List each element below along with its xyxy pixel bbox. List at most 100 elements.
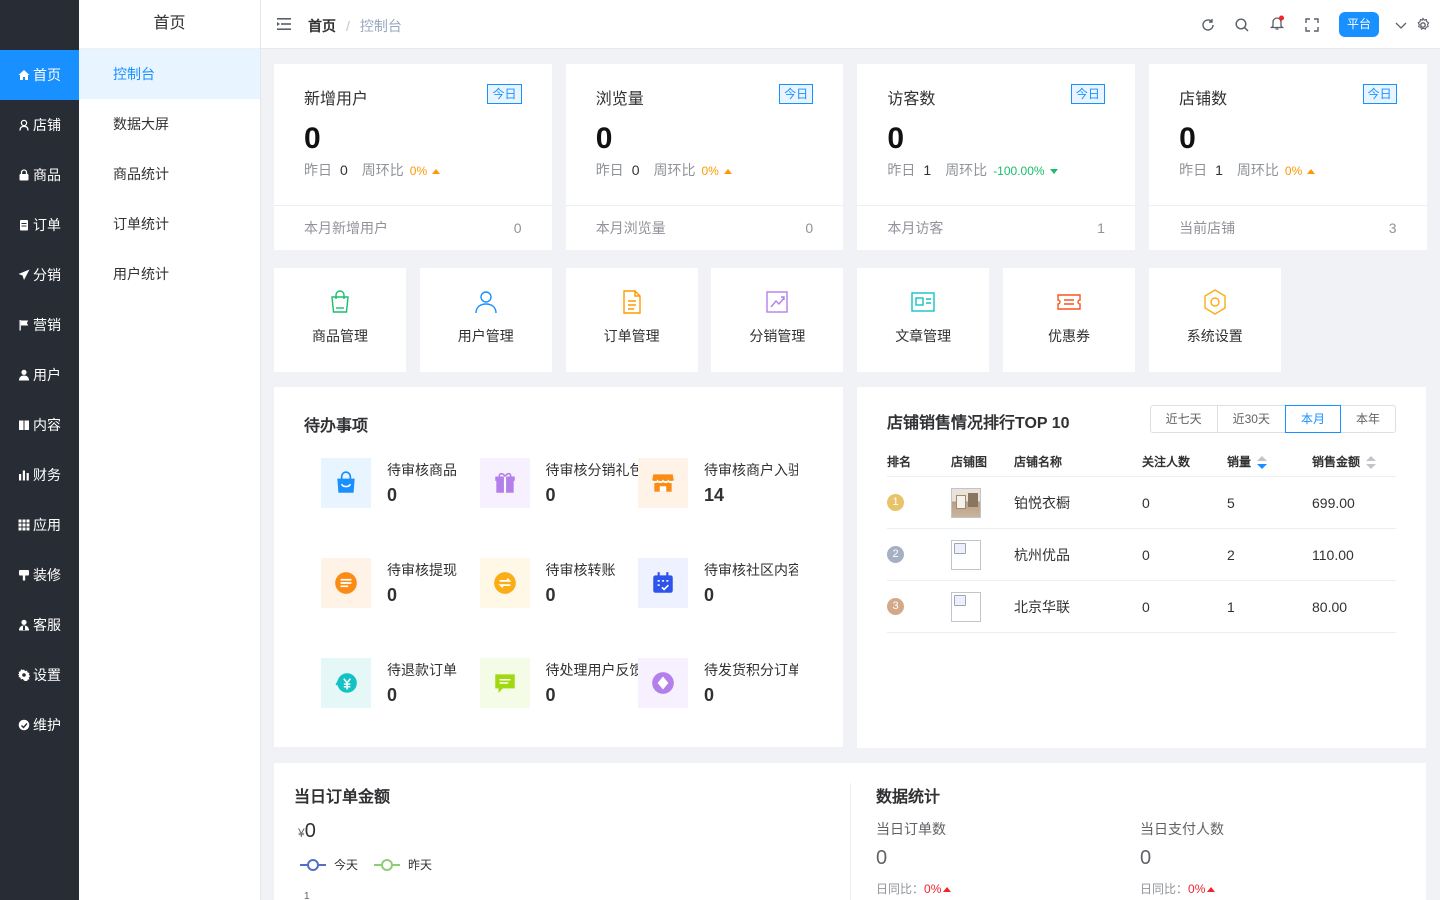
range-option[interactable]: 本月 xyxy=(1284,405,1341,433)
sidebar-item[interactable]: 应用 xyxy=(0,500,79,550)
data-stats-title: 数据统计 xyxy=(876,789,941,806)
todo-panel: 待办事项 待审核商品 0 待审核分销礼包 0 待审核商户入驻 14 待审核提现 0 待审核转账 0… xyxy=(274,387,843,747)
platform-button[interactable]: 平台 xyxy=(1339,12,1379,37)
legend-today-label[interactable]: 今天 xyxy=(334,856,358,873)
quick-nav-card[interactable]: 文章管理 xyxy=(857,268,990,372)
yesterday-label: 昨日 xyxy=(887,162,916,178)
stat-compare: 昨日 0 周环比 0% xyxy=(304,160,441,180)
quick-nav-card[interactable]: 用户管理 xyxy=(419,268,552,372)
stat-payers-value: 0 xyxy=(1140,847,1152,869)
todo-item[interactable]: 待处理用户反馈 0 xyxy=(479,658,640,708)
todo-item[interactable]: 待退款订单 0 xyxy=(321,658,481,708)
stat-footer: 本月浏览量 0 xyxy=(565,205,844,250)
store-icon xyxy=(638,458,688,508)
todo-label: 待审核商户入驻 xyxy=(704,462,798,478)
calendar-check-icon xyxy=(638,558,688,608)
footer-value: 1 xyxy=(1097,220,1105,236)
search-icon[interactable] xyxy=(1234,17,1250,33)
todo-item[interactable]: 待审核社区内容 0 xyxy=(638,558,798,608)
todo-item[interactable]: 待审核商品 0 xyxy=(321,458,481,508)
sidebar-item[interactable]: 用户 xyxy=(0,350,79,400)
shopping-bag-icon xyxy=(326,288,354,316)
todo-count: 0 xyxy=(387,485,398,505)
compare-label: 日同比： xyxy=(1140,882,1189,896)
thumb-cell xyxy=(951,487,1014,518)
stat-title: 浏览量 xyxy=(595,91,644,108)
settings-gear-icon[interactable] xyxy=(1415,17,1431,33)
sidebar-item[interactable]: 首页 xyxy=(0,50,79,100)
sales: 1 xyxy=(1227,598,1235,615)
footer-label: 当前店铺 xyxy=(1179,220,1236,236)
compare-value: 0% xyxy=(924,882,942,896)
todo-item[interactable]: 待发货积分订单 0 xyxy=(638,658,798,708)
sidebar-item[interactable]: 装修 xyxy=(0,550,79,600)
sidebar-item[interactable]: 商品 xyxy=(0,150,79,200)
bottom-panel: 当日订单金额 ¥0 今天 昨天 1 数据统计 当日订单数 0 日同比：0% 当日… xyxy=(274,763,1426,900)
notification-bell-icon[interactable] xyxy=(1269,15,1285,31)
yesterday-label: 昨日 xyxy=(304,162,332,178)
bag-icon xyxy=(321,458,371,508)
todo-item[interactable]: 待审核分销礼包 0 xyxy=(479,458,640,508)
submenu-item[interactable]: 商品统计 xyxy=(79,149,260,199)
stat-card: 新增用户 今日 0 昨日 0 周环比 0% 本月新增用户 0 xyxy=(274,64,552,250)
sidebar-item[interactable]: 订单 xyxy=(0,200,79,250)
sub-sidebar: 首页 控制台 数据大屏 商品统计 订单统计 用户统计 xyxy=(79,0,261,900)
submenu-item[interactable]: 控制台 xyxy=(79,49,260,99)
sidebar-item[interactable]: 客服 xyxy=(0,600,79,650)
stat-footer: 本月访客 1 xyxy=(857,205,1135,250)
submenu-item[interactable]: 订单统计 xyxy=(79,199,260,249)
quick-nav-card[interactable]: 分销管理 xyxy=(711,268,844,372)
fullscreen-icon[interactable] xyxy=(1304,17,1320,33)
sidebar-item[interactable]: 财务 xyxy=(0,450,79,500)
legend-today-icon[interactable] xyxy=(300,858,326,871)
sidebar-item[interactable]: 维护 xyxy=(0,700,79,750)
quick-nav-card[interactable]: 商品管理 xyxy=(274,268,406,372)
quick-nav-label: 用户管理 xyxy=(457,328,514,344)
todo-count: 0 xyxy=(387,685,398,705)
todo-count: 0 xyxy=(545,485,556,505)
range-option[interactable]: 本年 xyxy=(1339,405,1396,433)
sidebar-item-label: 首页 xyxy=(33,67,61,83)
refresh-icon[interactable] xyxy=(1200,17,1216,33)
sort-icon[interactable] xyxy=(1366,455,1377,470)
todo-item[interactable]: 待审核转账 0 xyxy=(479,558,640,608)
menu-toggle-icon[interactable] xyxy=(277,17,291,31)
rank-badge: 1 xyxy=(887,494,904,511)
breadcrumb-home[interactable]: 首页 xyxy=(308,18,336,34)
order-amount-title: 当日订单金额 xyxy=(294,789,391,806)
todo-item[interactable]: 待审核商户入驻 14 xyxy=(638,458,798,508)
sidebar-item[interactable]: 店铺 xyxy=(0,100,79,150)
stat-orders-label: 当日订单数 xyxy=(876,821,946,837)
range-option[interactable]: 近七天 xyxy=(1149,405,1218,433)
quick-nav-card[interactable]: 优惠券 xyxy=(1003,268,1135,372)
column-header[interactable]: 销售金额 xyxy=(1312,453,1396,470)
message-icon xyxy=(479,658,530,708)
table-row: 2 杭州优品 0 2 110.00 xyxy=(887,529,1396,581)
sidebar-item[interactable]: 内容 xyxy=(0,400,79,450)
table-row: 1 铂悦衣橱 0 5 699.00 xyxy=(887,477,1396,529)
submenu-item[interactable]: 数据大屏 xyxy=(79,99,260,149)
store-name: 铂悦衣橱 xyxy=(1014,494,1070,511)
stat-title: 新增用户 xyxy=(304,91,369,108)
quick-nav-card[interactable]: 订单管理 xyxy=(565,268,698,372)
sidebar-item[interactable]: 设置 xyxy=(0,650,79,700)
legend-yesterday-icon[interactable] xyxy=(374,858,401,871)
range-option[interactable]: 近30天 xyxy=(1216,405,1286,433)
rank-cell: 3 xyxy=(887,598,951,615)
chevron-down-icon[interactable] xyxy=(1393,17,1409,33)
column-header[interactable]: 销量 xyxy=(1227,453,1312,470)
quick-nav-card[interactable]: 系统设置 xyxy=(1148,268,1281,372)
sort-desc-icon[interactable] xyxy=(1257,455,1268,470)
wow-label: 周环比 xyxy=(1236,162,1279,178)
submenu-item[interactable]: 用户统计 xyxy=(79,249,260,299)
article-card-icon xyxy=(909,288,937,316)
compare-label: 日同比： xyxy=(876,882,925,896)
order-amount-number: 0 xyxy=(304,820,316,842)
quick-nav-label: 系统设置 xyxy=(1186,328,1243,344)
todo-item[interactable]: 待审核提现 0 xyxy=(321,558,481,608)
legend-yesterday-label[interactable]: 昨天 xyxy=(408,856,432,873)
book-icon xyxy=(18,419,30,431)
sidebar-item[interactable]: 分销 xyxy=(0,250,79,300)
sidebar-item[interactable]: 营销 xyxy=(0,300,79,350)
rank-cell: 1 xyxy=(887,494,951,511)
